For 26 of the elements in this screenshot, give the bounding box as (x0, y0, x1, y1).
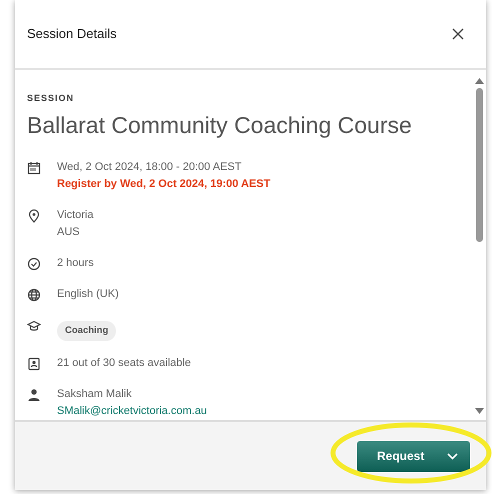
dialog-title: Session Details (27, 25, 117, 44)
email-link[interactable]: SMalik@cricketvictoria.com.au (57, 403, 207, 420)
registration-deadline: Register by Wed, 2 Oct 2024, 19:00 AEST (57, 177, 270, 192)
calendar-icon (27, 161, 41, 176)
detail-text: 21 out of 30 seats available (57, 356, 191, 372)
request-button[interactable]: Request (357, 440, 470, 472)
detail-text: 2 hours (57, 256, 94, 272)
detail-text: Saksham Malik (57, 387, 133, 402)
person-icon (27, 388, 41, 402)
graduation-cap-icon (27, 319, 41, 334)
scroll-up-arrow-icon[interactable] (475, 78, 484, 84)
close-icon (452, 28, 464, 40)
detail-text: Victoria (57, 208, 94, 224)
close-button[interactable] (450, 26, 466, 42)
scroll-down-arrow-icon[interactable] (475, 408, 484, 414)
scrollbar-thumb[interactable] (476, 88, 483, 242)
category-tag: Coaching (57, 321, 116, 342)
section-label: SESSION (27, 92, 76, 105)
chevron-down-icon (447, 452, 458, 460)
badge-icon (27, 357, 41, 372)
globe-icon (27, 288, 41, 302)
session-heading: Ballarat Community Coaching Course (27, 112, 413, 140)
detail-text: Wed, 2 Oct 2024, 18:00 - 20:00 AEST (57, 160, 242, 176)
detail-text: English (UK) (57, 287, 119, 302)
detail-text: AUS (57, 225, 81, 240)
location-pin-icon (27, 209, 41, 224)
